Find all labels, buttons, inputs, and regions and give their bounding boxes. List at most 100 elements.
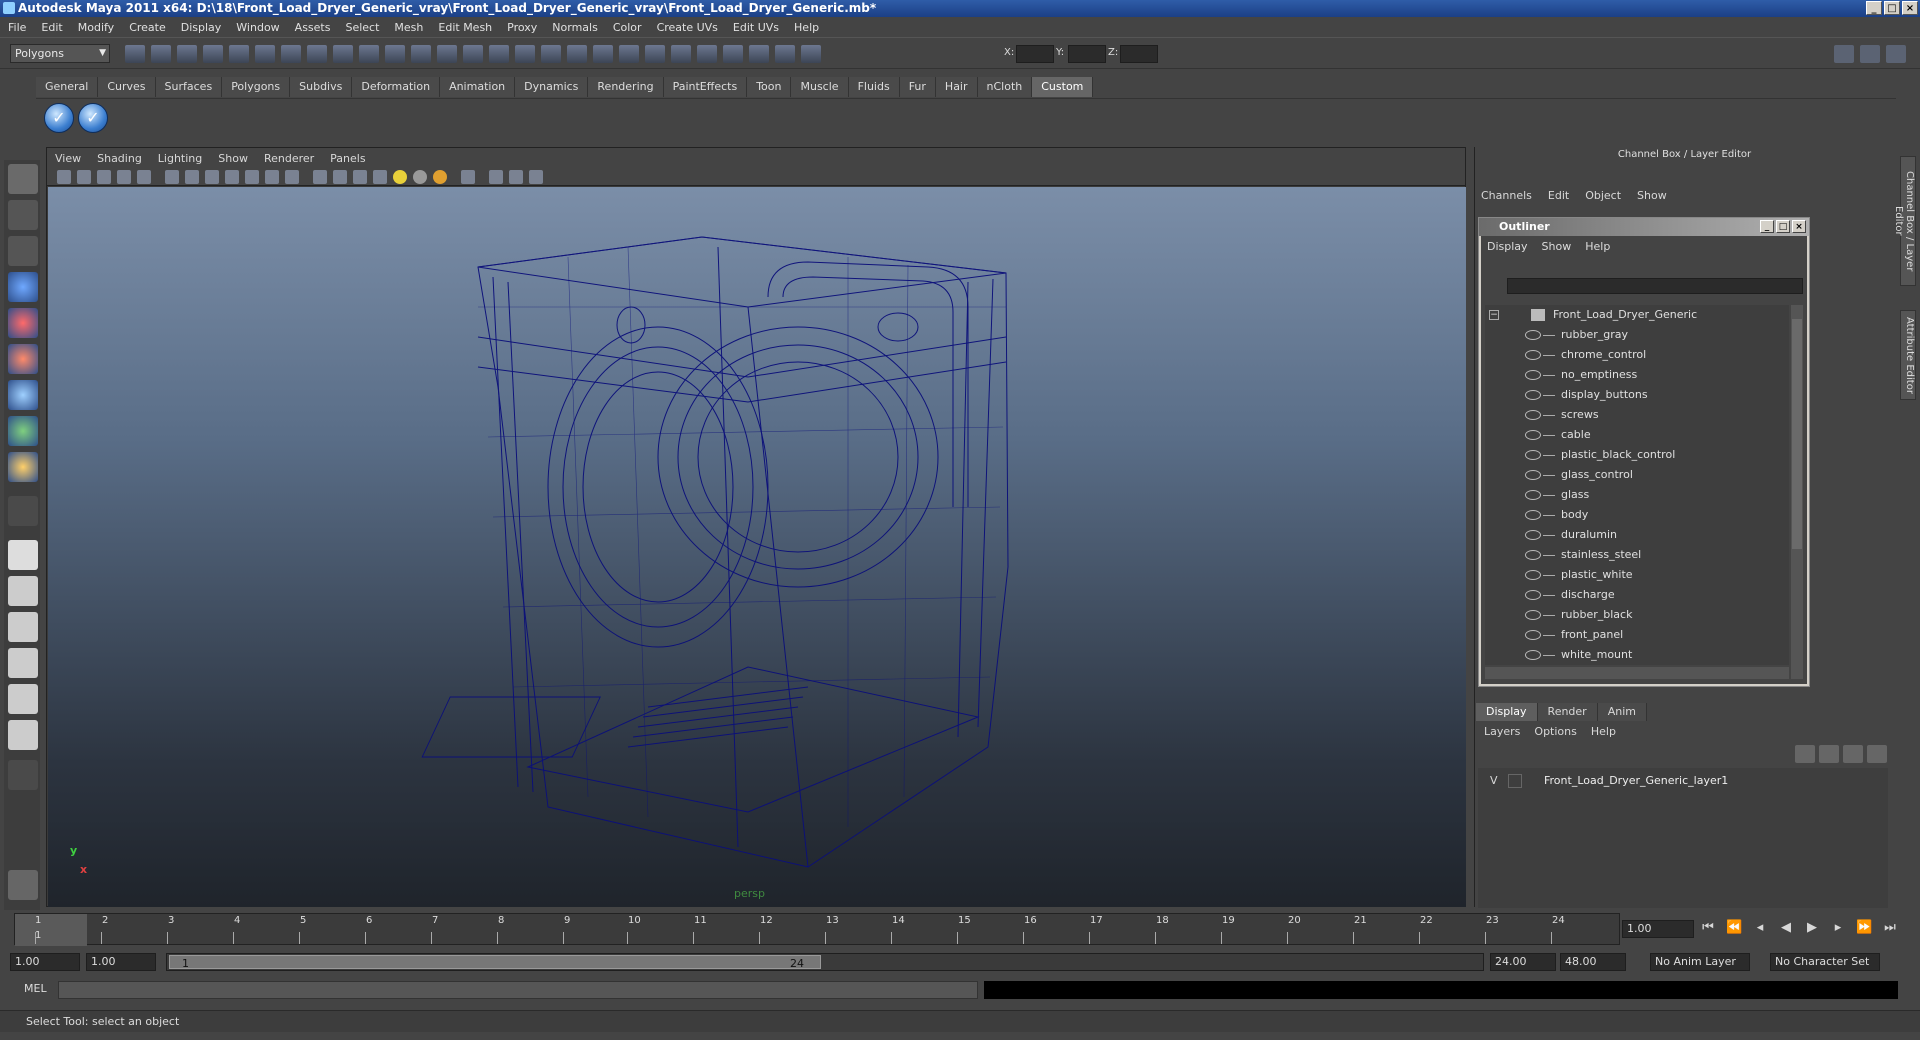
move-layer-down-icon[interactable] [1819, 745, 1839, 763]
ipr-render-icon[interactable] [749, 45, 769, 63]
mel-label[interactable]: MEL [24, 982, 47, 995]
hud-icon[interactable] [529, 170, 543, 184]
outliner-item[interactable]: no_emptiness [1485, 365, 1789, 385]
resolution-gate-icon[interactable] [205, 170, 219, 184]
select-tool-icon[interactable] [8, 164, 38, 194]
menu-normals[interactable]: Normals [552, 21, 598, 34]
menu-proxy[interactable]: Proxy [507, 21, 537, 34]
vp-menu-panels[interactable]: Panels [330, 152, 365, 165]
outliner-item[interactable]: body [1485, 505, 1789, 525]
outliner-titlebar[interactable]: Outliner _ □ × [1479, 218, 1809, 236]
maximize-button[interactable]: □ [1884, 1, 1900, 15]
layer-color-swatch[interactable] [1508, 774, 1522, 788]
go-to-start-icon[interactable]: ⏮ [1700, 918, 1716, 938]
grease-pencil-icon[interactable] [137, 170, 151, 184]
outliner-close-button[interactable]: × [1792, 220, 1806, 233]
layer-tab-render[interactable]: Render [1537, 703, 1598, 721]
gate-mask-icon[interactable] [225, 170, 239, 184]
menu-edit-mesh[interactable]: Edit Mesh [438, 21, 492, 34]
toggle-channel-box-icon[interactable] [1886, 45, 1906, 63]
ol-menu-help[interactable]: Help [1585, 240, 1610, 253]
safe-action-icon[interactable] [265, 170, 279, 184]
manipulator-tool-icon[interactable] [8, 380, 38, 410]
side-tab-attribute-editor[interactable]: Attribute Editor [1900, 310, 1916, 400]
ol-menu-display[interactable]: Display [1487, 240, 1528, 253]
go-to-end-icon[interactable]: ⏭ [1882, 918, 1898, 938]
shelf-tab-custom[interactable]: Custom [1032, 77, 1094, 97]
outliner-item[interactable]: front_panel [1485, 625, 1789, 645]
minimize-button[interactable]: _ [1866, 1, 1882, 15]
select-object-icon[interactable] [229, 45, 249, 63]
move-layer-up-icon[interactable] [1795, 745, 1815, 763]
outliner-root-item[interactable]: − Front_Load_Dryer_Generic [1485, 305, 1789, 325]
playback-start-field[interactable]: 1.00 [86, 953, 156, 971]
shelf-tab-curves[interactable]: Curves [98, 77, 156, 97]
scrollbar-thumb[interactable] [1792, 319, 1802, 549]
move-tool-icon[interactable] [8, 272, 38, 302]
outliner-minimize-button[interactable]: _ [1760, 220, 1774, 233]
camera-select-icon[interactable] [57, 170, 71, 184]
new-layer-from-selection-icon[interactable] [1867, 745, 1887, 763]
default-light-icon[interactable] [393, 170, 407, 184]
current-frame-marker[interactable] [15, 914, 87, 946]
rotate-tool-icon[interactable] [8, 308, 38, 338]
outliner-item[interactable]: display_buttons [1485, 385, 1789, 405]
outliner-horizontal-scrollbar[interactable] [1485, 667, 1789, 679]
layout-more-icon[interactable] [8, 760, 38, 790]
layout-single-icon[interactable] [8, 540, 38, 570]
snap-plane-icon[interactable] [619, 45, 639, 63]
shelf-tab-toon[interactable]: Toon [747, 77, 792, 97]
end-time-field[interactable]: 48.00 [1560, 953, 1626, 971]
range-slider-handle[interactable]: 1 24 [169, 955, 821, 970]
menu-window[interactable]: Window [236, 21, 279, 34]
outliner-item[interactable]: rubber_gray [1485, 325, 1789, 345]
close-button[interactable]: × [1902, 1, 1918, 15]
shelf-tab-rendering[interactable]: Rendering [588, 77, 664, 97]
textured-icon[interactable] [373, 170, 387, 184]
outliner-item[interactable]: duralumin [1485, 525, 1789, 545]
menu-modify[interactable]: Modify [78, 21, 114, 34]
shelf-tab-ncloth[interactable]: nCloth [977, 77, 1033, 97]
step-back-frame-icon[interactable]: ◂ [1752, 918, 1768, 938]
mask-deformers-icon[interactable] [385, 45, 405, 63]
outliner-item[interactable]: chrome_control [1485, 345, 1789, 365]
layer-menu-layers[interactable]: Layers [1484, 725, 1520, 738]
menu-set-select[interactable]: Polygons ▼ [10, 44, 110, 63]
coord-y-input[interactable] [1068, 45, 1106, 63]
shelf-tab-fluids[interactable]: Fluids [848, 77, 900, 97]
lasso-tool-icon[interactable] [8, 200, 38, 230]
layer-visibility-toggle[interactable]: V [1490, 772, 1498, 790]
render-current-icon[interactable] [723, 45, 743, 63]
menu-create[interactable]: Create [129, 21, 166, 34]
image-plane-icon[interactable] [117, 170, 131, 184]
layer-menu-options[interactable]: Options [1534, 725, 1576, 738]
shadows-icon[interactable] [433, 170, 447, 184]
menu-edit[interactable]: Edit [41, 21, 62, 34]
outliner-search-input[interactable] [1507, 278, 1803, 294]
hypershade-icon[interactable] [801, 45, 821, 63]
shelf-tab-dynamics[interactable]: Dynamics [515, 77, 589, 97]
current-time-field[interactable]: 1.00 [1622, 920, 1694, 938]
cb-menu-edit[interactable]: Edit [1548, 189, 1569, 202]
xray-joints-icon[interactable] [509, 170, 523, 184]
layer-menu-help[interactable]: Help [1591, 725, 1616, 738]
menu-mesh[interactable]: Mesh [394, 21, 423, 34]
custom-shelf-button-1[interactable]: ✓ [44, 103, 74, 133]
shelf-tab-painteffects[interactable]: PaintEffects [663, 77, 748, 97]
snap-curve-icon[interactable] [567, 45, 587, 63]
mask-rendering-icon[interactable] [437, 45, 457, 63]
viewport-3d-scene[interactable]: y x persp [48, 187, 1466, 907]
cb-menu-channels[interactable]: Channels [1481, 189, 1532, 202]
menu-display[interactable]: Display [181, 21, 222, 34]
coord-z-input[interactable] [1120, 45, 1158, 63]
mel-input[interactable] [58, 981, 978, 999]
soft-mod-tool-icon[interactable] [8, 416, 38, 446]
step-forward-key-icon[interactable]: ⏩ [1856, 918, 1872, 938]
outliner-item[interactable]: plastic_black_control [1485, 445, 1789, 465]
collapse-icon[interactable]: − [1489, 310, 1499, 320]
outliner-maximize-button[interactable]: □ [1776, 220, 1790, 233]
coord-x-input[interactable] [1016, 45, 1054, 63]
smooth-shade-icon[interactable] [333, 170, 347, 184]
outliner-item[interactable]: white_mount [1485, 645, 1789, 665]
outliner-item[interactable]: stainless_steel [1485, 545, 1789, 565]
